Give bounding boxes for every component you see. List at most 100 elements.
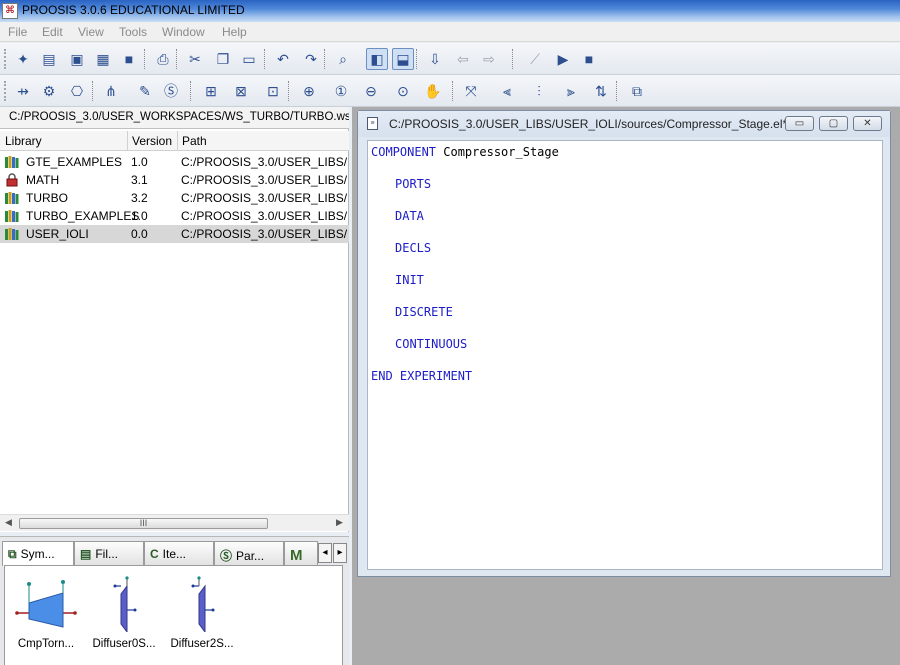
zoom-in-icon[interactable]: ⊕ [298,80,320,102]
menu-help[interactable]: Help [222,25,247,39]
open-library-icon[interactable]: ▣ [66,48,88,70]
library-row[interactable]: USER_IOLI 0.0 C:/PROOSIS_3.0/USER_LIBS/USE [0,225,349,243]
column-version[interactable]: Version [132,134,172,148]
forward-arrow-icon[interactable]: ⇨ [478,48,500,70]
cut-icon[interactable]: ✂ [184,48,206,70]
tab-symbols[interactable]: ⧉ Sym... [2,541,74,566]
toolbar-separator [190,81,191,101]
layout-vertical-icon[interactable]: ◧ [366,48,388,70]
back-arrow-icon[interactable]: ⇦ [452,48,474,70]
menu-window[interactable]: Window [162,25,205,39]
print-icon[interactable]: ⎙ [152,48,174,70]
library-version: 1.0 [131,155,148,169]
partition-icon[interactable]: ⋔ [100,80,122,102]
align-left-icon[interactable]: ⫷ [496,80,518,102]
menu-edit[interactable]: Edit [42,25,63,39]
symbol-compressor[interactable]: CmpTorn... [10,576,82,650]
menu-file[interactable]: File [8,25,27,39]
code-keyword: DECLS [395,241,432,255]
toolbar-separator [288,81,289,101]
code-editor[interactable]: COMPONENT Compressor_Stage PORTS DATA DECLS… [367,140,883,570]
menu-view[interactable]: View [78,25,104,39]
scrollbar-thumb[interactable]: III [19,518,268,529]
minimize-button[interactable]: ▭ [785,116,814,131]
tab-files[interactable]: ▤ Fil... [74,541,144,565]
save-icon[interactable]: ■ [118,48,140,70]
library-row[interactable]: TURBO 3.2 C:/PROOSIS_3.0/USER_LIBS/TUF [0,189,349,207]
symbol-diffuser0[interactable]: Diffuser0S... [88,576,160,650]
scroll-right-icon[interactable]: ▶ [336,517,343,528]
tab-more[interactable]: M [284,541,318,565]
scroll-left-icon[interactable]: ◀ [5,517,12,528]
library-table-header: Library Version Path [0,131,349,151]
code-line: INIT [395,273,424,287]
port-icon[interactable]: ⇸ [12,80,34,102]
editor-window: ≡ C:/PROOSIS_3.0/USER_LIBS/USER_IOLI/sou… [357,110,891,577]
toolbar-grip[interactable] [4,81,7,101]
symbol-palette: CmpTorn... Diffuser0S... Diffuser2S... [4,565,343,665]
maximize-button[interactable]: ▢ [819,116,848,131]
find-icon[interactable]: ⌕ [332,48,354,70]
redo-icon[interactable]: ↷ [300,48,322,70]
grid-icon[interactable]: ⊞ [200,80,222,102]
paste-icon[interactable]: ▭ [238,48,260,70]
zoom-actual-icon[interactable]: ① [330,80,352,102]
zoom-fit-icon[interactable]: ⊙ [392,80,414,102]
cascade-windows-icon[interactable]: ⧉ [626,80,648,102]
window-title: PROOSIS 3.0.6 EDUCATIONAL LIMITED [22,3,245,17]
plot-icon[interactable]: ⟋ [524,48,546,70]
edit-icon[interactable]: ✎ [134,80,156,102]
library-row[interactable]: TURBO_EXAMPLES 1.0 C:/PROOSIS_3.0/USER_LIB… [0,207,349,225]
layout-horizontal-icon[interactable]: ⬓ [392,48,414,70]
toolbar-separator [144,49,145,69]
library-name: TURBO_EXAMPLES [26,209,140,223]
align-center-icon[interactable]: ⫶ [528,80,550,102]
pan-hand-icon[interactable]: ✋ [422,80,444,102]
code-keyword: INIT [395,273,424,287]
export-icon[interactable]: ⇩ [424,48,446,70]
zoom-out-icon[interactable]: ⊖ [360,80,382,102]
toolbar-separator [616,81,617,101]
tab-partitions[interactable]: Ⓢ Par... [214,541,284,565]
grid-edit-icon[interactable]: ⊠ [230,80,252,102]
toolbar-separator [176,49,177,69]
stop-icon[interactable]: ■ [578,48,600,70]
editor-titlebar[interactable]: ≡ C:/PROOSIS_3.0/USER_LIBS/USER_IOLI/sou… [358,111,890,137]
new-component-icon[interactable]: ✦ [12,48,34,70]
new-file-icon[interactable]: ▤ [38,48,60,70]
tab-items[interactable]: C Ite... [144,541,214,565]
code-line: COMPONENT Compressor_Stage [371,145,559,159]
component-icon[interactable]: ⚙ [38,80,60,102]
files-tab-icon: ▤ [80,547,92,561]
column-library[interactable]: Library [5,134,42,148]
copy-icon[interactable]: ❐ [212,48,234,70]
schematic-icon[interactable]: ⎔ [66,80,88,102]
toolbar-separator [264,49,265,69]
diffuser-symbol-icon [113,576,137,632]
tab-scroll-left-icon[interactable]: ◂ [318,543,332,563]
library-name: USER_IOLI [26,227,89,241]
partitions-tab-icon: Ⓢ [220,549,233,563]
code-line: DATA [395,209,424,223]
open-workspace-icon[interactable]: ▦ [92,48,114,70]
run-icon[interactable]: ▶ [552,48,574,70]
experiment-icon[interactable]: Ⓢ [160,80,182,102]
toolbar-grip[interactable] [4,49,7,69]
align-right-icon[interactable]: ⫸ [560,80,582,102]
compressor-symbol-icon [15,580,77,628]
library-row[interactable]: GTE_EXAMPLES 1.0 C:/PROOSIS_3.0/USER_LIBS/… [0,153,349,171]
sort-icon[interactable]: ⇅ [590,80,612,102]
undo-icon[interactable]: ↶ [272,48,294,70]
menu-tools[interactable]: Tools [119,25,147,39]
toolbar-separator [92,81,93,101]
route-icon[interactable]: ⤧ [460,80,482,102]
symbol-diffuser2[interactable]: Diffuser2S... [166,576,238,650]
grid-snap-icon[interactable]: ⊡ [262,80,284,102]
close-button[interactable]: ✕ [853,116,882,131]
m-tab-icon: M [290,547,303,564]
library-row[interactable]: MATH 3.1 C:/PROOSIS_3.0/USER_LIBS/MA [0,171,349,189]
tab-scroll-right-icon[interactable]: ▸ [333,543,347,563]
column-path[interactable]: Path [182,134,207,148]
horizontal-scrollbar[interactable]: ◀ III ▶ [0,514,349,531]
code-keyword: END EXPERIMENT [371,369,473,383]
